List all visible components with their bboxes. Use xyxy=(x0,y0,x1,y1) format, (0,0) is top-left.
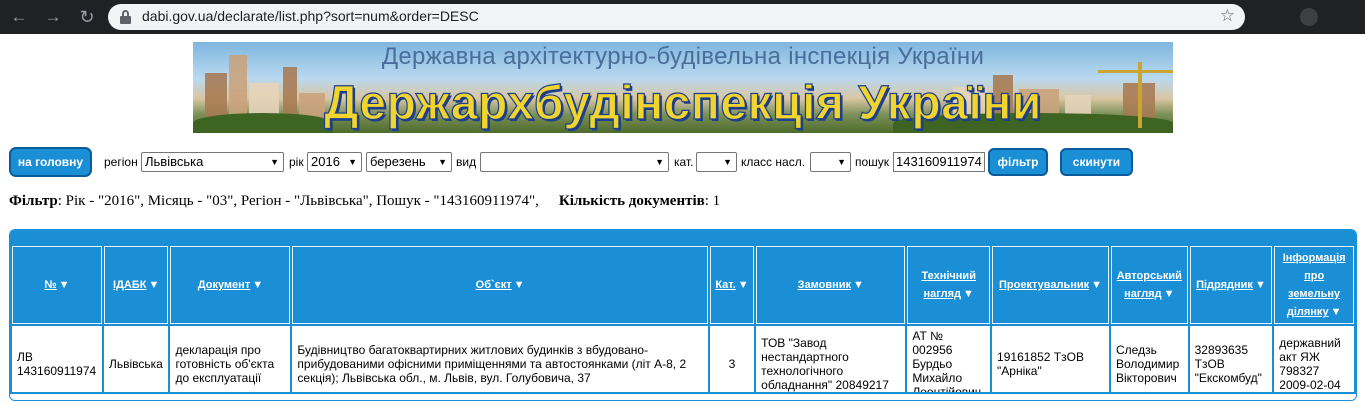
month-select[interactable]: березень ▼ xyxy=(366,152,452,172)
reload-icon[interactable]: ↻ xyxy=(76,6,98,28)
search-input[interactable]: 143160911974 xyxy=(893,152,985,172)
document-count-label: Кількість документів xyxy=(558,193,705,209)
cell-customer: ТОВ "Завод нестандартного технологічного… xyxy=(756,326,906,400)
table-row: ЛВ 143160911974 Львівська декларація про… xyxy=(12,326,1354,400)
cell-object: Будівництво багатоквартирних житлових бу… xyxy=(292,326,708,400)
sort-arrow-icon: ▼ xyxy=(1254,279,1266,291)
back-arrow-icon[interactable]: ← xyxy=(8,6,30,28)
class-label: класс насл. xyxy=(741,155,806,169)
column-header-document[interactable]: Документ ▼ xyxy=(170,246,291,324)
document-count-value: : 1 xyxy=(704,193,721,209)
category-label: кат. xyxy=(674,155,694,169)
cell-tech-supervision: АТ № 002956 Бурдьо Михайло Леонтійович xyxy=(907,326,991,400)
chevron-down-icon: ▼ xyxy=(655,157,664,167)
sort-arrow-icon: ▼ xyxy=(1163,288,1175,300)
table-footer-bar xyxy=(10,392,1356,400)
chevron-down-icon: ▼ xyxy=(837,157,846,167)
column-header-number[interactable]: № ▼ xyxy=(12,246,102,324)
cell-category: 3 xyxy=(709,326,755,400)
sort-arrow-icon: ▼ xyxy=(513,279,525,291)
year-select[interactable]: 2016 ▼ xyxy=(307,152,362,172)
column-header-contractor[interactable]: Підрядник ▼ xyxy=(1189,246,1273,324)
sort-arrow-icon: ▼ xyxy=(853,279,864,291)
region-select[interactable]: Львівська ▼ xyxy=(141,152,284,172)
type-label: вид xyxy=(456,155,477,169)
sort-arrow-icon: ▼ xyxy=(737,279,749,291)
table-header-row: № ▼ ІДАБК ▼ Документ ▼ Об`єкт ▼ Кат. ▼ Замовн… xyxy=(12,246,1354,324)
banner-subtitle: Державна архітектурно-будівельна інспекц… xyxy=(381,43,985,70)
search-label: пошук xyxy=(855,155,890,169)
type-select[interactable]: ▼ xyxy=(480,152,669,172)
cell-number: ЛВ 143160911974 xyxy=(12,326,102,400)
home-button[interactable]: на головну xyxy=(9,147,92,177)
sort-arrow-icon: ▼ xyxy=(1330,306,1342,318)
results-table-container: № ▼ ІДАБК ▼ Документ ▼ Об`єкт ▼ Кат. ▼ Замовн… xyxy=(9,229,1357,401)
forward-arrow-icon[interactable]: → xyxy=(42,6,64,28)
filter-summary: Фільтр: Рік - "2016", Місяць - "03", Рег… xyxy=(9,193,720,210)
browser-toolbar: ← → ↻ dabi.gov.ua/declarate/list.php?sor… xyxy=(0,0,1365,34)
chevron-down-icon: ▼ xyxy=(438,157,447,167)
cell-document: декларація про готовність об'єкта до екс… xyxy=(170,326,291,400)
column-header-customer[interactable]: Замовник ▼ xyxy=(756,246,906,324)
chevron-down-icon: ▼ xyxy=(348,157,357,167)
sort-arrow-icon: ▼ xyxy=(148,279,160,291)
bookmark-star-icon[interactable]: ☆ xyxy=(1220,6,1235,26)
reset-button[interactable]: скинути xyxy=(1060,148,1133,176)
chevron-down-icon: ▼ xyxy=(723,157,732,167)
chevron-down-icon: ▼ xyxy=(270,157,279,167)
filter-button[interactable]: фільтр xyxy=(988,148,1048,176)
banner-title: Держархбудінспекція України xyxy=(324,76,1042,130)
column-header-author-supervision[interactable]: Авторський нагляд ▼ xyxy=(1111,246,1188,324)
cell-designer: 19161852 ТзОВ "Арніка" xyxy=(992,326,1109,400)
profile-avatar[interactable] xyxy=(1300,8,1318,26)
sort-arrow-icon: ▼ xyxy=(1091,279,1103,291)
column-header-category[interactable]: Кат. ▼ xyxy=(709,246,755,324)
year-label: рік xyxy=(289,155,304,169)
site-banner: Державна архітектурно-будівельна інспекц… xyxy=(193,42,1173,133)
address-bar[interactable]: dabi.gov.ua/declarate/list.php?sort=num&… xyxy=(108,4,1245,30)
region-label: регіон xyxy=(104,155,138,169)
category-select[interactable]: ▼ xyxy=(696,152,737,172)
class-select[interactable]: ▼ xyxy=(810,152,851,172)
column-header-tech-supervision[interactable]: Технічний нагляд ▼ xyxy=(907,246,991,324)
filter-summary-text: : Рік - "2016", Місяць - "03", Регіон - … xyxy=(57,193,539,209)
results-table: № ▼ ІДАБК ▼ Документ ▼ Об`єкт ▼ Кат. ▼ Замовн… xyxy=(10,244,1356,400)
url-text[interactable]: dabi.gov.ua/declarate/list.php?sort=num&… xyxy=(142,8,479,24)
column-header-land-info[interactable]: Інформація про земельну ділянку ▼ xyxy=(1274,246,1354,324)
column-header-idabk[interactable]: ІДАБК ▼ xyxy=(103,246,169,324)
sort-arrow-icon: ▼ xyxy=(252,279,264,291)
cell-land-info: державний акт ЯЖ 798327 2009-02-04 xyxy=(1274,326,1354,400)
column-header-designer[interactable]: Проектувальник ▼ xyxy=(992,246,1109,324)
sort-arrow-icon: ▼ xyxy=(58,279,70,291)
cell-author-supervision: Следзь Володимир Вікторович xyxy=(1111,326,1188,400)
cell-idabk: Львівська xyxy=(103,326,169,400)
filter-summary-label: Фільтр xyxy=(9,193,58,209)
lock-icon xyxy=(120,10,131,24)
cell-contractor: 32893635 ТзОВ "Екскомбуд" xyxy=(1189,326,1273,400)
sort-arrow-icon: ▼ xyxy=(963,288,974,300)
column-header-object[interactable]: Об`єкт ▼ xyxy=(292,246,708,324)
